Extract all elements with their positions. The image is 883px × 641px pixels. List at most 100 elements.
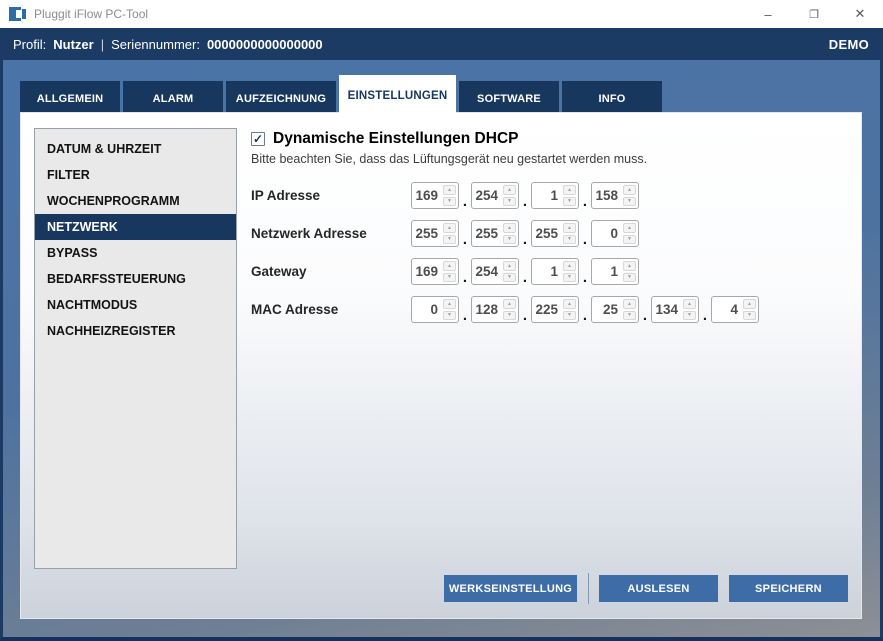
spin-down-icon[interactable]: ▼ — [443, 235, 456, 245]
spin-down-icon[interactable]: ▼ — [563, 273, 576, 283]
spin-down-icon[interactable]: ▼ — [563, 197, 576, 207]
spin-down-icon[interactable]: ▼ — [623, 273, 636, 283]
netmask-octet-4-stepper[interactable]: 0 ▲ ▼ — [591, 220, 639, 247]
octet-value[interactable]: 169 — [412, 259, 443, 284]
tab-bar: ALLGEMEIN ALARM AUFZEICHNUNG EINSTELLUNG… — [20, 75, 662, 116]
spin-down-icon[interactable]: ▼ — [683, 311, 696, 321]
spin-up-icon[interactable]: ▲ — [563, 185, 576, 195]
spin-down-icon[interactable]: ▼ — [623, 235, 636, 245]
sidebar-item-nachtmodus[interactable]: NACHTMODUS — [35, 292, 236, 318]
sidebar-item-nachheizregister[interactable]: NACHHEIZREGISTER — [35, 318, 236, 344]
octet-value[interactable]: 255 — [412, 221, 443, 246]
dhcp-checkbox[interactable]: ✓ — [251, 132, 265, 146]
mac-octet-1-stepper[interactable]: 0 ▲ ▼ — [411, 296, 459, 323]
tab-aufzeichnung[interactable]: AUFZEICHNUNG — [226, 81, 336, 116]
sidebar-item-wochenprogramm[interactable]: WOCHENPROGRAMM — [35, 188, 236, 214]
tab-info[interactable]: INFO — [562, 81, 662, 116]
octet-value[interactable]: 4 — [712, 297, 743, 322]
octet-value[interactable]: 25 — [592, 297, 623, 322]
spin-down-icon[interactable]: ▼ — [743, 311, 756, 321]
gateway-octet-1-stepper[interactable]: 169 ▲ ▼ — [411, 258, 459, 285]
close-icon[interactable]: ✕ — [837, 0, 883, 28]
mac-octet-2-stepper[interactable]: 128 ▲ ▼ — [471, 296, 519, 323]
octet-value[interactable]: 255 — [532, 221, 563, 246]
octet-value[interactable]: 225 — [532, 297, 563, 322]
werkseinstellung-button[interactable]: WERKSEINSTELLUNG — [444, 575, 577, 602]
gateway-octet-3-stepper[interactable]: 1 ▲ ▼ — [531, 258, 579, 285]
ip-address-row: IP Adresse 169 ▲▼ . 254 ▲▼ . — [251, 182, 848, 209]
spin-up-icon[interactable]: ▲ — [623, 223, 636, 233]
octet-value[interactable]: 1 — [532, 259, 563, 284]
netmask-octet-2-stepper[interactable]: 255 ▲ ▼ — [471, 220, 519, 247]
sidebar-item-datum-uhrzeit[interactable]: DATUM & UHRZEIT — [35, 136, 236, 162]
spin-up-icon[interactable]: ▲ — [623, 261, 636, 271]
spin-down-icon[interactable]: ▼ — [443, 273, 456, 283]
spin-down-icon[interactable]: ▼ — [623, 197, 636, 207]
mac-octet-5-stepper[interactable]: 134 ▲ ▼ — [651, 296, 699, 323]
spin-up-icon[interactable]: ▲ — [683, 299, 696, 309]
spin-up-icon[interactable]: ▲ — [563, 299, 576, 309]
minimize-icon[interactable]: – — [745, 0, 791, 28]
netmask-octet-1-stepper[interactable]: 255 ▲ ▼ — [411, 220, 459, 247]
mac-octet-6-stepper[interactable]: 4 ▲ ▼ — [711, 296, 759, 323]
octet-value[interactable]: 0 — [592, 221, 623, 246]
spin-down-icon[interactable]: ▼ — [623, 311, 636, 321]
octet-value[interactable]: 128 — [472, 297, 503, 322]
spin-up-icon[interactable]: ▲ — [743, 299, 756, 309]
sidebar-item-bypass[interactable]: BYPASS — [35, 240, 236, 266]
spin-up-icon[interactable]: ▲ — [503, 261, 516, 271]
maximize-icon[interactable]: ❐ — [791, 0, 837, 28]
mac-octet-4-stepper[interactable]: 25 ▲ ▼ — [591, 296, 639, 323]
netmask-octet-3-stepper[interactable]: 255 ▲ ▼ — [531, 220, 579, 247]
spin-up-icon[interactable]: ▲ — [623, 185, 636, 195]
spin-up-icon[interactable]: ▲ — [443, 261, 456, 271]
spin-up-icon[interactable]: ▲ — [443, 223, 456, 233]
spin-up-icon[interactable]: ▲ — [443, 185, 456, 195]
tab-alarm[interactable]: ALARM — [123, 81, 223, 116]
spin-down-icon[interactable]: ▼ — [503, 311, 516, 321]
gateway-octet-2-stepper[interactable]: 254 ▲ ▼ — [471, 258, 519, 285]
spin-up-icon[interactable]: ▲ — [563, 261, 576, 271]
sidebar-item-filter[interactable]: FILTER — [35, 162, 236, 188]
netmask-row: Netzwerk Adresse 255 ▲▼ . 255 ▲▼ . — [251, 220, 848, 247]
spin-up-icon[interactable]: ▲ — [503, 185, 516, 195]
spin-up-icon[interactable]: ▲ — [503, 299, 516, 309]
ip-octet-4-stepper[interactable]: 158 ▲ ▼ — [591, 182, 639, 209]
spin-up-icon[interactable]: ▲ — [563, 223, 576, 233]
tab-software[interactable]: SOFTWARE — [459, 81, 559, 116]
spin-down-icon[interactable]: ▼ — [503, 197, 516, 207]
app-body: ALLGEMEIN ALARM AUFZEICHNUNG EINSTELLUNG… — [0, 60, 883, 641]
spin-down-icon[interactable]: ▼ — [443, 197, 456, 207]
octet-value[interactable]: 0 — [412, 297, 443, 322]
sidebar-item-bedarfssteuerung[interactable]: BEDARFSSTEUERUNG — [35, 266, 236, 292]
spin-down-icon[interactable]: ▼ — [443, 311, 456, 321]
spin-down-icon[interactable]: ▼ — [563, 311, 576, 321]
speichern-button[interactable]: SPEICHERN — [729, 575, 848, 602]
spin-down-icon[interactable]: ▼ — [563, 235, 576, 245]
octet-value[interactable]: 169 — [412, 183, 443, 208]
octet-value[interactable]: 134 — [652, 297, 683, 322]
sidebar-item-netzwerk[interactable]: NETZWERK — [35, 214, 236, 240]
spin-down-icon[interactable]: ▼ — [503, 273, 516, 283]
octet-value[interactable]: 255 — [472, 221, 503, 246]
spin-down-icon[interactable]: ▼ — [503, 235, 516, 245]
auslesen-button[interactable]: AUSLESEN — [599, 575, 718, 602]
octet-value[interactable]: 158 — [592, 183, 623, 208]
gateway-octet-4-stepper[interactable]: 1 ▲ ▼ — [591, 258, 639, 285]
tab-einstellungen[interactable]: EINSTELLUNGEN — [339, 75, 456, 116]
octet-value[interactable]: 254 — [472, 259, 503, 284]
octet-value[interactable]: 254 — [472, 183, 503, 208]
spin-up-icon[interactable]: ▲ — [443, 299, 456, 309]
ip-octet-3-stepper[interactable]: 1 ▲ ▼ — [531, 182, 579, 209]
octet-separator: . — [579, 271, 591, 285]
tab-allgemein[interactable]: ALLGEMEIN — [20, 81, 120, 116]
settings-sidebar: DATUM & UHRZEIT FILTER WOCHENPROGRAMM NE… — [34, 128, 237, 569]
mac-octet-3-stepper[interactable]: 225 ▲ ▼ — [531, 296, 579, 323]
spin-up-icon[interactable]: ▲ — [503, 223, 516, 233]
ip-octet-2-stepper[interactable]: 254 ▲ ▼ — [471, 182, 519, 209]
octet-value[interactable]: 1 — [592, 259, 623, 284]
spin-up-icon[interactable]: ▲ — [623, 299, 636, 309]
octet-value[interactable]: 1 — [532, 183, 563, 208]
ip-octet-1-stepper[interactable]: 169 ▲ ▼ — [411, 182, 459, 209]
gateway-label: Gateway — [251, 264, 411, 279]
